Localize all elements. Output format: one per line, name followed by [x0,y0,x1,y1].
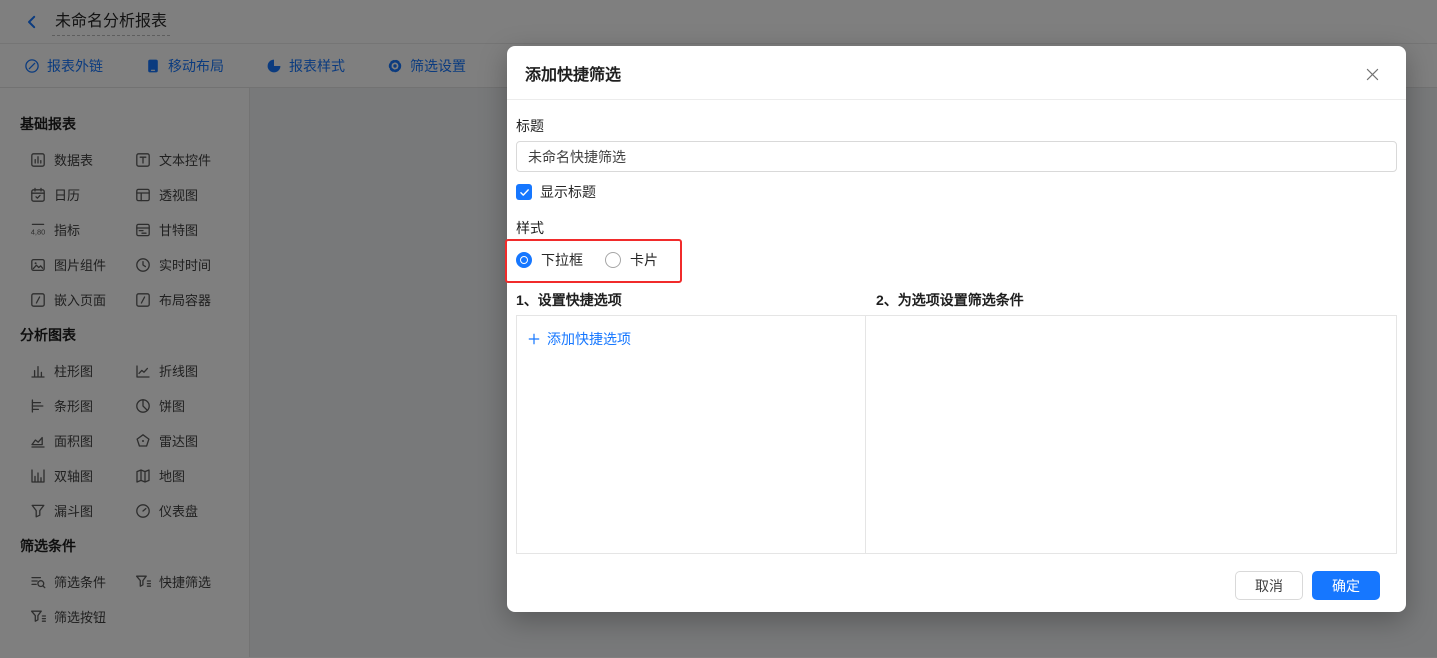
modal-footer: 取消 确定 [516,554,1397,600]
checkbox-checked-icon[interactable] [516,184,532,200]
show-title-checkbox-row[interactable]: 显示标题 [516,182,1397,202]
close-button[interactable] [1363,65,1381,83]
title-field-label: 标题 [516,116,1397,136]
add-quick-option-link[interactable]: 添加快捷选项 [527,329,631,349]
close-icon [1364,66,1381,83]
quick-option-panels: 添加快捷选项 [516,315,1397,554]
add-quick-option-label: 添加快捷选项 [547,329,631,349]
panel-column-headers: 1、设置快捷选项 2、为选项设置筛选条件 [516,290,1397,310]
modal-title: 添加快捷筛选 [525,61,621,85]
radio-option-label: 下拉框 [541,250,583,270]
style-radio-group: 下拉框 卡片 [516,250,1397,270]
cancel-button[interactable]: 取消 [1235,571,1303,600]
confirm-button[interactable]: 确定 [1312,571,1380,600]
filter-conditions-panel [866,316,1396,553]
plus-icon [527,332,541,346]
style-field-label: 样式 [516,218,1397,238]
right-column-title: 2、为选项设置筛选条件 [866,290,1397,310]
modal-body: 标题 显示标题 样式 下拉框 卡片 1、设置快捷选项 2、为选项设置筛选条件 添加… [507,116,1406,600]
left-column-title: 1、设置快捷选项 [516,290,866,310]
show-title-label: 显示标题 [540,182,596,202]
modal-header: 添加快捷筛选 [507,46,1406,100]
quick-filter-title-input[interactable] [516,141,1397,172]
check-icon [519,187,530,198]
add-quick-filter-modal: 添加快捷筛选 标题 显示标题 样式 下拉框 卡片 1、设置快捷选项 2、为选项设置… [507,46,1406,612]
style-radio-option-1[interactable]: 卡片 [605,250,658,270]
style-radio-option-0[interactable]: 下拉框 [516,250,583,270]
radio-selected-icon[interactable] [516,252,532,268]
quick-options-panel: 添加快捷选项 [517,316,866,553]
radio-option-label: 卡片 [630,250,658,270]
radio-unselected-icon[interactable] [605,252,621,268]
